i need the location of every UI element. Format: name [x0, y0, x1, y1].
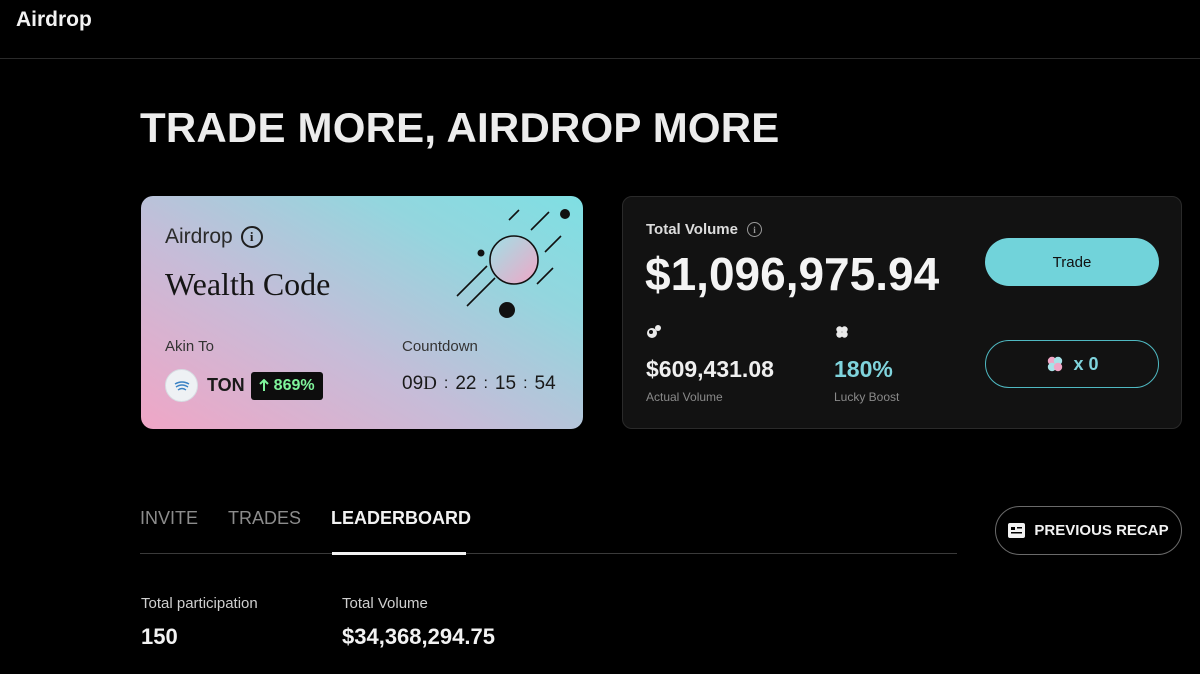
leaderboard-total-volume-label: Total Volume	[342, 595, 428, 612]
total-volume-label: Total Volume	[646, 221, 738, 238]
total-participation-label: Total participation	[141, 595, 258, 612]
volume-panel: Total Volume i $1,096,975.94 $609,431.08…	[622, 196, 1182, 429]
countdown-seconds: 54	[534, 373, 556, 394]
airdrop-card: Airdrop i Wealth Code Akin To Countdown	[141, 196, 583, 429]
planet-decoration-icon	[456, 209, 570, 318]
actual-volume-value: $609,431.08	[646, 356, 774, 382]
countdown-days-unit: D	[423, 373, 437, 394]
akin-to-label: Akin To	[165, 338, 214, 355]
airdrop-card-label: Airdrop	[165, 225, 233, 248]
total-volume-value: $1,096,975.94	[645, 248, 940, 300]
tab-divider	[140, 553, 957, 554]
ton-logo-icon	[165, 369, 198, 402]
clover-icon	[1048, 356, 1063, 372]
leaderboard-total-volume-value: $34,368,294.75	[342, 624, 495, 649]
airdrop-card-label-row: Airdrop i	[165, 225, 263, 249]
countdown-hours: 22	[455, 373, 477, 394]
tab-trades[interactable]: TRADES	[228, 508, 301, 529]
trade-button[interactable]: Trade	[985, 238, 1159, 286]
change-badge: 869%	[250, 371, 323, 400]
lucky-boost-value: 180%	[834, 356, 893, 382]
active-tab-indicator	[332, 552, 466, 555]
total-volume-label-row: Total Volume i	[646, 221, 762, 238]
countdown-timer: 09D : 22 : 15 : 54	[402, 373, 556, 394]
actual-volume-label: Actual Volume	[646, 390, 723, 404]
clover-icon	[836, 326, 848, 338]
info-icon[interactable]: i	[746, 222, 762, 237]
recap-icon	[1008, 523, 1026, 538]
token-row: TON 869%	[165, 369, 323, 402]
clover-count-button[interactable]: x 0	[985, 340, 1159, 388]
airdrop-name: Wealth Code	[165, 266, 331, 302]
tab-invite[interactable]: INVITE	[140, 508, 198, 529]
countdown-days: 09	[402, 373, 424, 394]
app-title: Airdrop	[16, 8, 92, 31]
previous-recap-button[interactable]: PREVIOUS RECAP	[995, 506, 1182, 555]
page-headline: TRADE MORE, AIRDROP MORE	[140, 104, 780, 151]
info-icon[interactable]: i	[240, 226, 263, 248]
tab-bar: INVITE TRADES LEADERBOARD	[140, 508, 471, 529]
countdown-minutes: 15	[494, 373, 517, 394]
clover-count: x 0	[1073, 353, 1099, 374]
lucky-boost-label: Lucky Boost	[834, 390, 900, 404]
bubbles-icon	[647, 325, 661, 338]
total-participation-value: 150	[141, 624, 178, 649]
countdown-label: Countdown	[402, 338, 478, 355]
arrow-up-icon	[258, 379, 269, 391]
top-bar: Airdrop	[0, 0, 1200, 59]
token-symbol: TON	[207, 375, 245, 395]
previous-recap-label: PREVIOUS RECAP	[1034, 522, 1169, 539]
tab-leaderboard[interactable]: LEADERBOARD	[331, 508, 471, 529]
change-value: 869%	[273, 376, 315, 394]
